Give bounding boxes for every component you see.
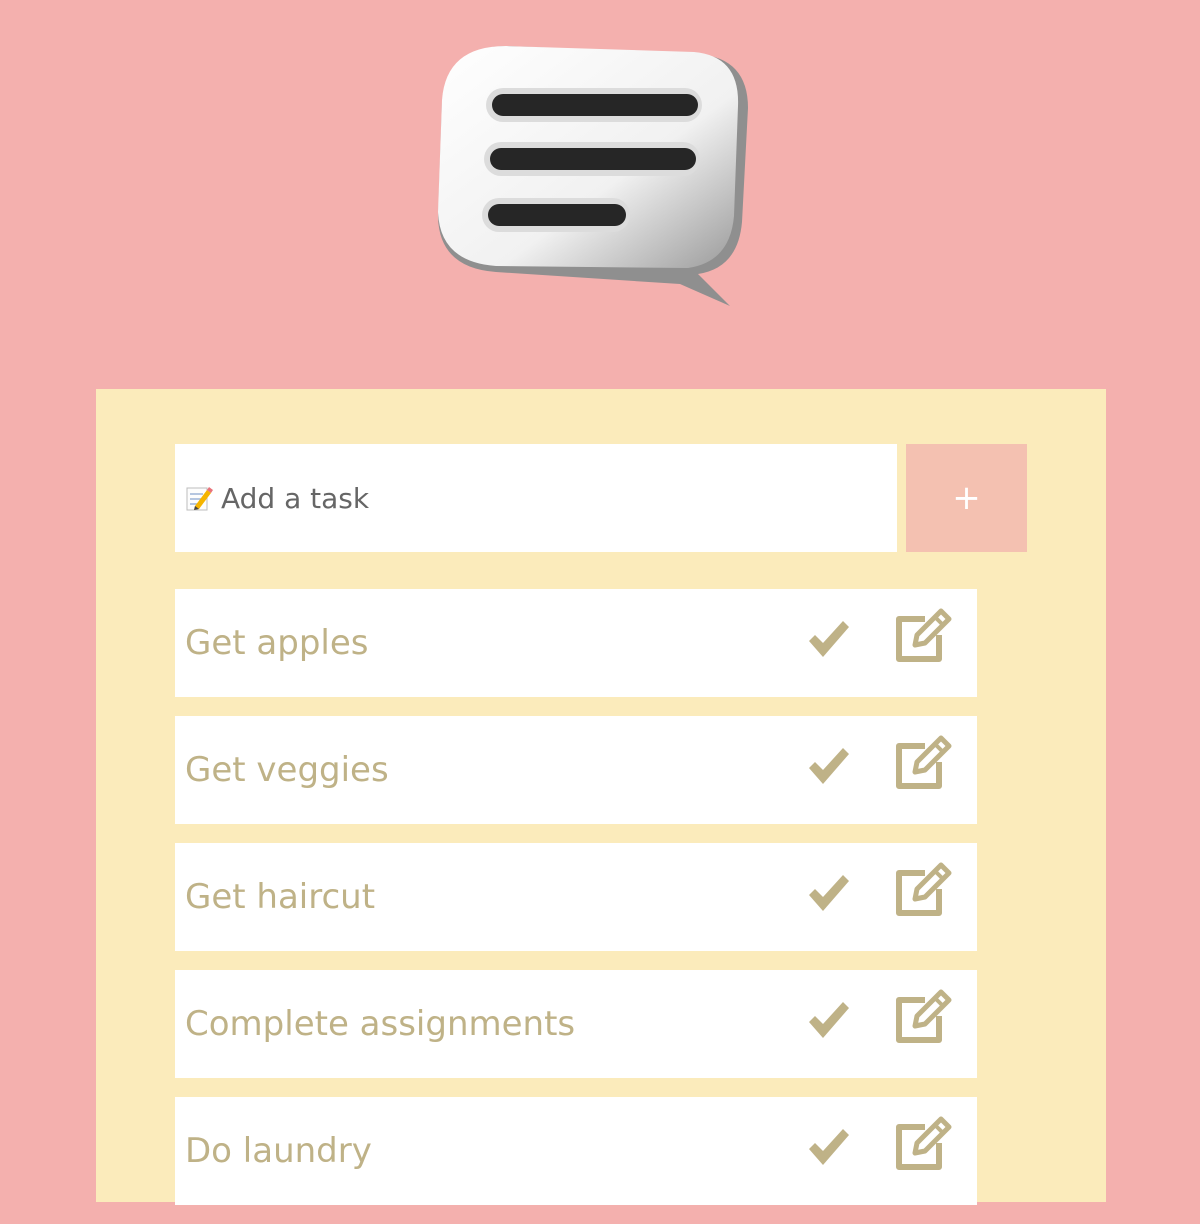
edit-icon[interactable]: [893, 732, 953, 790]
task-text: Get haircut: [185, 877, 376, 917]
check-icon[interactable]: [807, 619, 851, 659]
edit-icon[interactable]: [893, 986, 953, 1044]
task-text: Do laundry: [185, 1131, 372, 1171]
add-task-button[interactable]: +: [906, 444, 1027, 552]
todo-panel: + Get apples Get veggies: [96, 389, 1106, 1205]
check-icon[interactable]: [807, 1000, 851, 1040]
task-item: Get veggies: [175, 716, 977, 824]
edit-icon[interactable]: [893, 859, 953, 917]
check-icon[interactable]: [807, 746, 851, 786]
task-text: Get apples: [185, 623, 369, 663]
task-item: Complete assignments: [175, 970, 977, 1078]
task-list: Get apples Get veggies Get haircut Compl…: [175, 589, 977, 1224]
chat-bubble-icon: [438, 46, 748, 306]
task-input-box[interactable]: [175, 444, 897, 552]
task-item: Get apples: [175, 589, 977, 697]
task-text: Get veggies: [185, 750, 389, 790]
task-text: Complete assignments: [185, 1004, 576, 1044]
task-item: Get haircut: [175, 843, 977, 951]
edit-icon[interactable]: [893, 605, 953, 663]
check-icon[interactable]: [807, 873, 851, 913]
memo-pencil-icon: [186, 487, 213, 511]
check-icon[interactable]: [807, 1127, 851, 1167]
edit-icon[interactable]: [893, 1113, 953, 1171]
task-item: Do laundry: [175, 1097, 977, 1205]
task-input[interactable]: [221, 481, 881, 515]
